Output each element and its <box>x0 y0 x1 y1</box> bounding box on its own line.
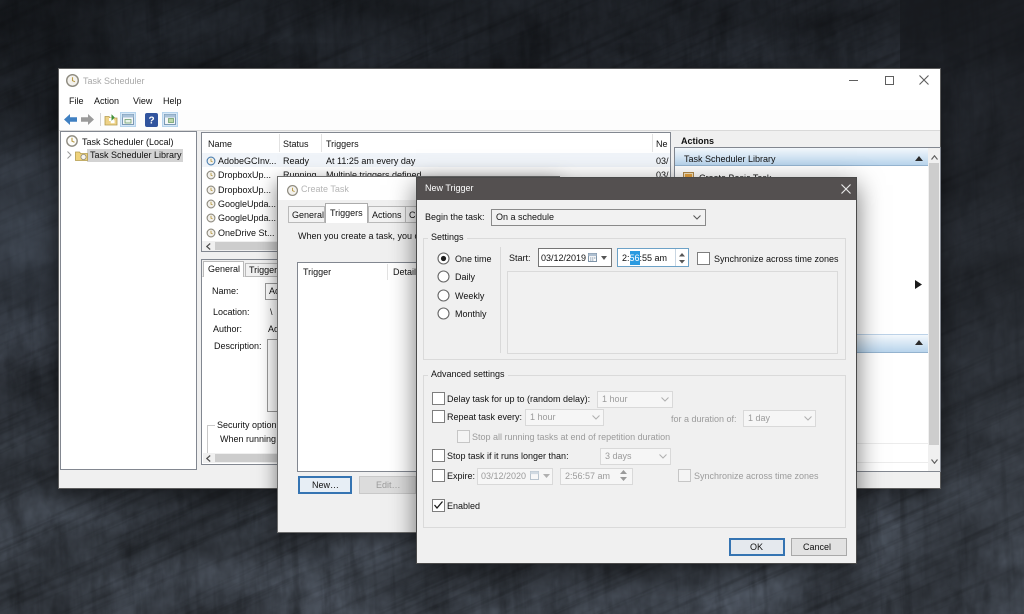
svg-text:?: ? <box>148 116 154 127</box>
